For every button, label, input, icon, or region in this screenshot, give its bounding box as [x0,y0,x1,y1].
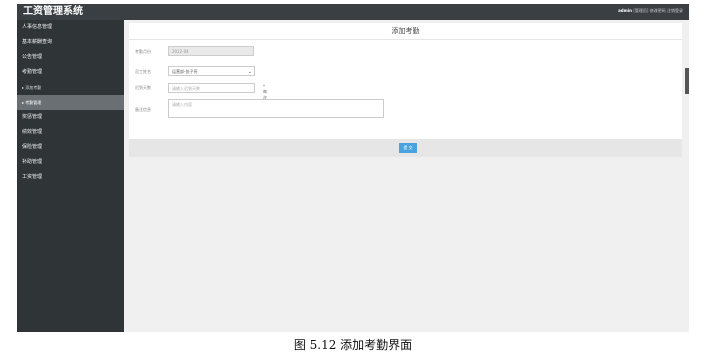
employee-label: 员工姓名 [135,69,151,74]
sidebar-subitem-add-attendance[interactable]: ▸ 添加考勤 [17,80,124,95]
sidebar-item-base-salary[interactable]: 基本薪酬查询 [17,35,124,50]
sidebar-subitem-manage-attendance[interactable]: ▸ 考勤管理 [17,95,124,110]
sidebar-item-reward-penalty[interactable]: 奖惩管理 [17,110,124,125]
chevron-down-icon: ⌄ [247,69,252,75]
app-title: 工资管理系统 [23,6,83,17]
month-label: 考勤月份 [135,49,151,54]
form-footer: 提 交 [129,139,682,157]
form-panel: 添加考勤 考勤月份 2022-04 员工姓名 运营部-张子亮 ⌄ 迟到天数 请输… [129,23,682,139]
late-days-input[interactable]: 请输入迟到天数 [168,83,255,93]
app-window: 工资管理系统 admin [管理员] 修改密码 注销登录 人事信息管理 基本薪酬… [17,4,689,332]
sidebar: 人事信息管理 基本薪酬查询 公告管理 考勤管理 ▸ 添加考勤 ▸ 考勤管理 奖惩… [17,20,124,332]
employee-selected-value: 运营部-张子亮 [172,69,198,74]
sidebar-item-salary[interactable]: 工资管理 [17,170,124,185]
sidebar-item-notice[interactable]: 公告管理 [17,50,124,65]
username: admin [618,8,633,13]
page-title: 添加考勤 [129,23,682,40]
employee-select[interactable]: 运营部-张子亮 ⌄ [168,66,255,76]
user-role: [管理员] [633,8,649,13]
user-bar: admin [管理员] 修改密码 注销登录 [618,8,683,14]
main-content: 添加考勤 考勤月份 2022-04 员工姓名 运营部-张子亮 ⌄ 迟到天数 请输… [124,20,689,332]
logout-link[interactable]: 注销登录 [667,8,683,13]
top-bar: 工资管理系统 admin [管理员] 修改密码 注销登录 [17,4,689,20]
figure-caption: 图 5.12 添加考勤界面 [293,338,413,352]
submit-button[interactable]: 提 交 [399,143,417,153]
month-field: 2022-04 [168,46,254,56]
side-scroll-tab[interactable] [685,68,689,94]
remark-textarea[interactable]: 请输入内容 [168,99,384,118]
remark-label: 备注信息 [135,107,151,112]
sidebar-item-subsidy[interactable]: 补助管理 [17,155,124,170]
sidebar-item-personnel[interactable]: 人事信息管理 [17,20,124,35]
sidebar-item-attendance[interactable]: 考勤管理 [17,65,124,80]
sidebar-item-performance[interactable]: 绩效管理 [17,125,124,140]
sidebar-item-insurance[interactable]: 保险管理 [17,140,124,155]
late-days-label: 迟到天数 [135,85,151,90]
change-password-link[interactable]: 修改密码 [650,8,666,13]
